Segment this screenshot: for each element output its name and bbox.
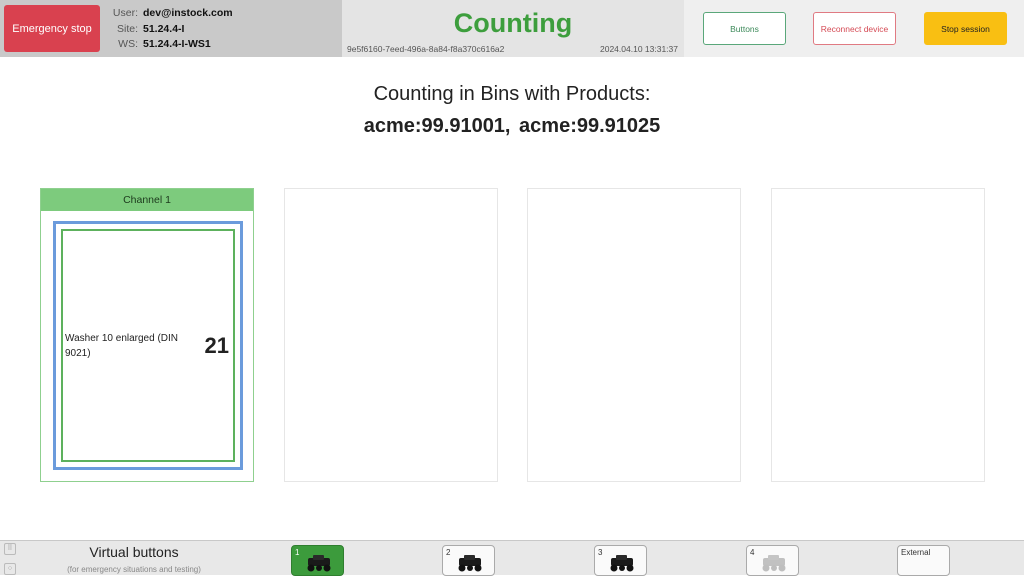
virtual-button-number: 2 — [446, 548, 451, 557]
stop-session-button[interactable]: Stop session — [924, 12, 1007, 45]
channel-card-2 — [284, 188, 498, 482]
bin-count: 21 — [204, 333, 229, 358]
actions-panel: Buttons Reconnect device Stop session — [684, 0, 1024, 57]
ws-label: WS: — [118, 38, 138, 50]
virtual-buttons-subtitle: (for emergency situations and testing) — [67, 565, 201, 574]
robot-icon — [307, 555, 331, 572]
reconnect-device-button[interactable]: Reconnect device — [813, 12, 896, 45]
page-title: Counting in Bins with Products: — [373, 83, 651, 105]
top-bar: Emergency stop User: dev@instock.com Site… — [0, 0, 1024, 57]
channel-header: Channel 1 — [41, 189, 253, 211]
emergency-stop-button[interactable]: Emergency stop — [4, 5, 100, 52]
robot-icon — [762, 555, 786, 572]
virtual-button-number: 3 — [598, 548, 603, 557]
bin-product-name: Washer 10 enlarged (DIN 9021) — [65, 333, 179, 359]
user-label: User: — [112, 7, 138, 19]
ws-value: 51.24.4-I-WS1 — [143, 38, 211, 50]
virtual-button-4[interactable]: 4 — [746, 545, 799, 576]
robot-icon — [610, 555, 634, 572]
status-panel: Counting 9e5f6160-7eed-496a-8a84-f8a370c… — [342, 0, 684, 57]
bin[interactable]: Washer 10 enlarged (DIN 9021) 21 — [61, 229, 235, 462]
site-label: Site: — [116, 22, 138, 35]
bin-frame: Washer 10 enlarged (DIN 9021) 21 — [53, 221, 243, 470]
channel-card-3 — [527, 188, 741, 482]
virtual-button-number: 1 — [295, 548, 300, 557]
user-info: User: dev@instock.com Site: 51.24.4-I WS: 5… — [108, 6, 233, 53]
collapse-icon[interactable]: ⠿ — [4, 543, 16, 555]
external-label: External — [901, 548, 931, 557]
robot-icon — [458, 555, 482, 572]
session-info-panel: Emergency stop User: dev@instock.com Site… — [0, 0, 342, 57]
virtual-button-1[interactable]: 1 — [291, 545, 344, 576]
user-value: dev@instock.com — [143, 7, 233, 19]
settings-icon[interactable]: ○ — [4, 563, 16, 575]
status-title: Counting — [453, 8, 573, 38]
channel-card-4 — [771, 188, 985, 482]
virtual-button-2[interactable]: 2 — [442, 545, 495, 576]
session-id: 9e5f6160-7eed-496a-8a84-f8a370c616a2 — [347, 44, 505, 54]
virtual-buttons-title: Virtual buttons — [89, 544, 179, 560]
virtual-buttons-bar: ⠿ ○ Virtual buttons (for emergency situa… — [0, 540, 1024, 576]
channel-card-1[interactable]: Channel 1 Washer 10 enlarged (DIN 9021) … — [40, 188, 254, 482]
buttons-button[interactable]: Buttons — [703, 12, 786, 45]
virtual-button-3[interactable]: 3 — [594, 545, 647, 576]
site-value: 51.24.4-I — [143, 22, 185, 35]
timestamp: 2024.04.10 13:31:37 — [600, 44, 678, 54]
virtual-button-external[interactable]: External — [897, 545, 950, 576]
virtual-button-number: 4 — [750, 548, 755, 557]
products-list: acme:99.91001, acme:99.91025 — [363, 115, 661, 137]
